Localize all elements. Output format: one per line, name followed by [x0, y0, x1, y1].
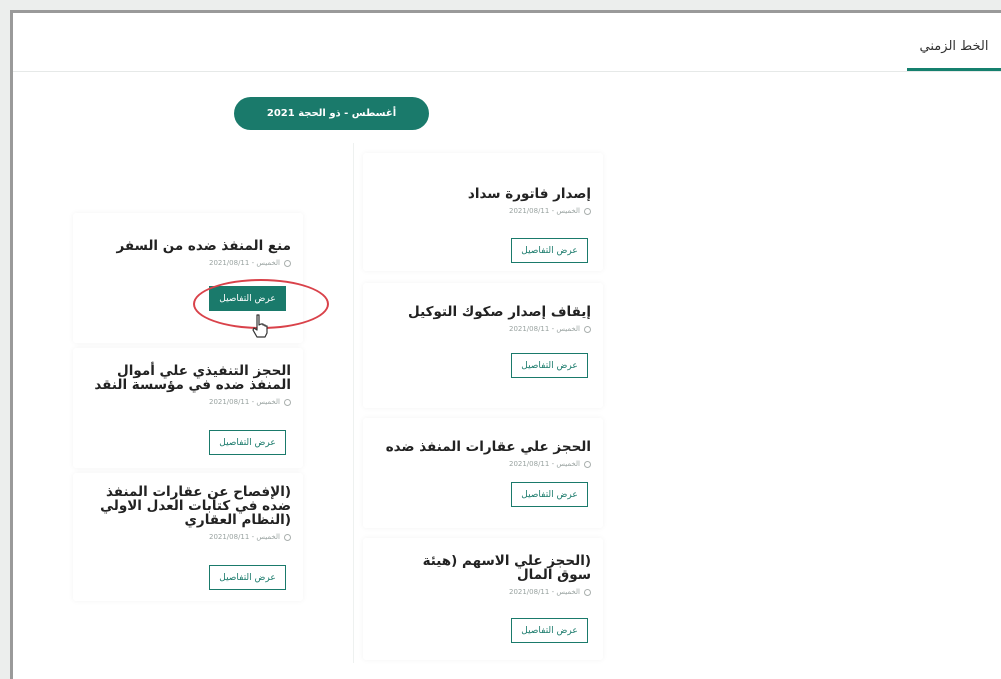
timeline-panel: الخط الزمني أغسطس - ذو الحجة 2021 إصدار …: [10, 10, 1001, 679]
clock-icon: [584, 325, 591, 333]
card-meta: الخميس - 2021/08/11: [375, 460, 591, 468]
card-title: منع المنفذ ضده من السفر: [116, 238, 291, 254]
details-button[interactable]: عرض التفاصيل: [511, 353, 588, 378]
card-meta: الخميس - 2021/08/11: [85, 259, 291, 267]
card-meta: الخميس - 2021/08/11: [85, 398, 291, 406]
details-button[interactable]: عرض التفاصيل: [511, 482, 588, 507]
timeline-card: الحجز علي عقارات المنفذ ضده الخميس - 202…: [363, 418, 603, 528]
card-meta: الخميس - 2021/08/11: [85, 533, 291, 541]
clock-icon: [284, 259, 291, 267]
clock-icon: [584, 207, 591, 215]
card-title: (الحجز علي الاسهم (هيئة سوق المال: [422, 553, 591, 583]
card-meta: الخميس - 2021/08/11: [375, 588, 591, 596]
details-button[interactable]: عرض التفاصيل: [209, 430, 286, 455]
details-button[interactable]: عرض التفاصيل: [209, 565, 286, 590]
timeline-card: (الحجز علي الاسهم (هيئة سوق المال الخميس…: [363, 538, 603, 660]
clock-icon: [284, 533, 291, 541]
timeline-card: (الإفصاح عن عقارات المنفذ ضده في كتابات …: [73, 473, 303, 601]
timeline-period-badge: أغسطس - ذو الحجة 2021: [234, 97, 429, 130]
timeline-card: إيقاف إصدار صكوك التوكيل الخميس - 2021/0…: [363, 283, 603, 408]
hand-cursor-icon: [252, 314, 268, 338]
tab-timeline[interactable]: الخط الزمني: [907, 39, 1001, 71]
clock-icon: [584, 460, 591, 468]
timeline-card: الحجز التنفيذي علي أموال المنفذ ضده في م…: [73, 348, 303, 468]
clock-icon: [284, 398, 291, 406]
clock-icon: [584, 588, 591, 596]
details-button[interactable]: عرض التفاصيل: [511, 238, 588, 263]
card-meta: الخميس - 2021/08/11: [375, 207, 591, 215]
card-title: الحجز علي عقارات المنفذ ضده: [385, 439, 591, 455]
card-title: (الإفصاح عن عقارات المنفذ ضده في كتابات …: [100, 484, 291, 528]
card-title: الحجز التنفيذي علي أموال المنفذ ضده في م…: [94, 363, 291, 393]
card-title: إصدار فاتورة سداد: [467, 186, 591, 202]
card-title: إيقاف إصدار صكوك التوكيل: [408, 304, 591, 320]
tabs-bar: الخط الزمني: [13, 13, 1001, 72]
timeline-axis: [353, 143, 354, 663]
details-button[interactable]: عرض التفاصيل: [511, 618, 588, 643]
timeline-card: إصدار فاتورة سداد الخميس - 2021/08/11 عر…: [363, 153, 603, 271]
card-meta: الخميس - 2021/08/11: [375, 325, 591, 333]
